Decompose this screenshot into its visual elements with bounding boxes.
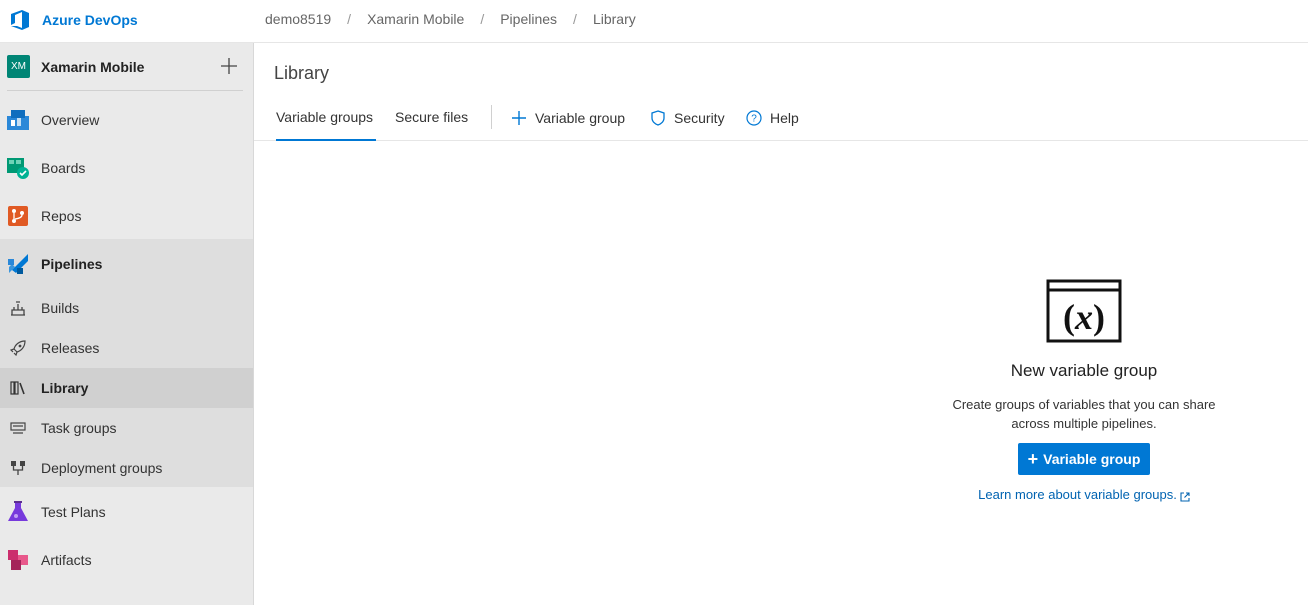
- divider: [7, 90, 243, 91]
- sidebar-item-label: Releases: [41, 340, 100, 356]
- sidebar-item-label: Artifacts: [41, 552, 92, 568]
- sidebar-item-task-groups[interactable]: Task groups: [0, 408, 253, 448]
- breadcrumb-project[interactable]: Xamarin Mobile: [367, 11, 464, 27]
- toolbar-divider: [491, 105, 492, 129]
- breadcrumb-separator: /: [573, 11, 577, 27]
- help-icon: ?: [745, 109, 763, 127]
- empty-state-description-line: Create groups of variables that you can …: [952, 397, 1216, 412]
- sidebar-item-label: Boards: [41, 160, 86, 176]
- help-button[interactable]: ? Help: [745, 107, 799, 129]
- sidebar-item-library[interactable]: Library: [0, 368, 253, 408]
- sidebar-item-label: Pipelines: [41, 256, 103, 272]
- plus-icon: +: [1027, 449, 1039, 469]
- learn-more-label: Learn more about variable groups.: [978, 487, 1177, 502]
- sidebar-item-pipelines[interactable]: Pipelines: [0, 240, 253, 288]
- new-variable-group-button-label: Variable group: [1043, 451, 1141, 467]
- overview-icon: [7, 109, 29, 131]
- sidebar-item-overview[interactable]: Overview: [0, 96, 253, 144]
- task-groups-icon: [9, 419, 27, 437]
- breadcrumb-separator: /: [480, 11, 485, 27]
- test-plans-icon: [7, 501, 29, 523]
- add-icon: [510, 109, 528, 127]
- breadcrumb-organization[interactable]: demo8519: [265, 11, 331, 27]
- breadcrumb-library[interactable]: Library: [593, 11, 636, 27]
- add-variable-group-button[interactable]: Variable group: [510, 107, 625, 129]
- sidebar-item-label: Builds: [41, 300, 80, 316]
- security-label: Security: [674, 110, 725, 126]
- sidebar: XM Xamarin Mobile Overview Boards Repos …: [0, 43, 254, 605]
- sidebar-item-label: Test Plans: [41, 504, 106, 520]
- variable-group-icon: (x): [1046, 279, 1122, 343]
- sidebar-item-builds[interactable]: Builds: [0, 288, 253, 328]
- project-name: Xamarin Mobile: [41, 59, 145, 75]
- pipelines-icon: [7, 253, 29, 275]
- add-variable-group-label: Variable group: [535, 110, 626, 126]
- help-label: Help: [770, 110, 799, 126]
- sidebar-item-label: Deployment groups: [41, 460, 163, 476]
- external-link-icon: [1180, 490, 1190, 502]
- sidebar-item-repos[interactable]: Repos: [0, 192, 253, 240]
- sidebar-item-releases[interactable]: Releases: [0, 328, 253, 368]
- library-icon: [9, 379, 27, 397]
- releases-icon: [9, 339, 27, 357]
- artifacts-icon: [7, 549, 29, 571]
- tab-secure-files[interactable]: Secure files: [395, 109, 468, 141]
- deployment-groups-icon: [9, 459, 27, 477]
- tab-variable-groups[interactable]: Variable groups: [276, 109, 376, 141]
- sidebar-item-label: Overview: [41, 112, 100, 128]
- shield-icon: [649, 109, 667, 127]
- sidebar-item-deployment-groups[interactable]: Deployment groups: [0, 448, 253, 488]
- builds-icon: [9, 299, 27, 317]
- page-title: Library: [274, 63, 330, 83]
- main-content: Library Variable groups Secure files Var…: [254, 43, 1308, 605]
- svg-text:?: ?: [751, 114, 757, 125]
- project-header[interactable]: XM Xamarin Mobile: [0, 43, 253, 91]
- empty-state-description-line: across multiple pipelines.: [1011, 416, 1157, 431]
- brand-home-link[interactable]: Azure DevOps: [7, 7, 138, 33]
- security-button[interactable]: Security: [649, 107, 725, 129]
- learn-more-link[interactable]: Learn more about variable groups.: [978, 487, 1190, 502]
- empty-state: (x) New variable group Create groups of …: [924, 279, 1244, 504]
- brand-name: Azure DevOps: [42, 12, 138, 28]
- sidebar-item-label: Library: [41, 380, 89, 396]
- empty-state-description: Create groups of variables that you can …: [924, 395, 1244, 433]
- empty-state-title: New variable group: [1010, 361, 1158, 380]
- sidebar-item-test-plans[interactable]: Test Plans: [0, 488, 253, 536]
- new-variable-group-button[interactable]: + Variable group: [1018, 443, 1150, 475]
- repos-icon: [7, 205, 29, 227]
- sidebar-item-boards[interactable]: Boards: [0, 144, 253, 192]
- sidebar-item-label: Repos: [41, 208, 82, 224]
- breadcrumb: demo8519 / Xamarin Mobile / Pipelines / …: [265, 11, 636, 27]
- toolbar: Variable groups Secure files Variable gr…: [254, 97, 1308, 141]
- breadcrumb-pipelines[interactable]: Pipelines: [500, 11, 557, 27]
- svg-text:(x): (x): [1063, 297, 1105, 337]
- project-avatar: XM: [7, 55, 30, 78]
- sidebar-item-artifacts[interactable]: Artifacts: [0, 536, 253, 584]
- breadcrumb-separator: /: [347, 11, 352, 27]
- sidebar-item-label: Task groups: [41, 420, 117, 436]
- top-bar: Azure DevOps demo8519 / Xamarin Mobile /…: [0, 0, 1308, 43]
- add-icon[interactable]: [219, 56, 239, 76]
- boards-icon: [7, 157, 29, 179]
- azure-devops-logo-icon: [7, 7, 33, 33]
